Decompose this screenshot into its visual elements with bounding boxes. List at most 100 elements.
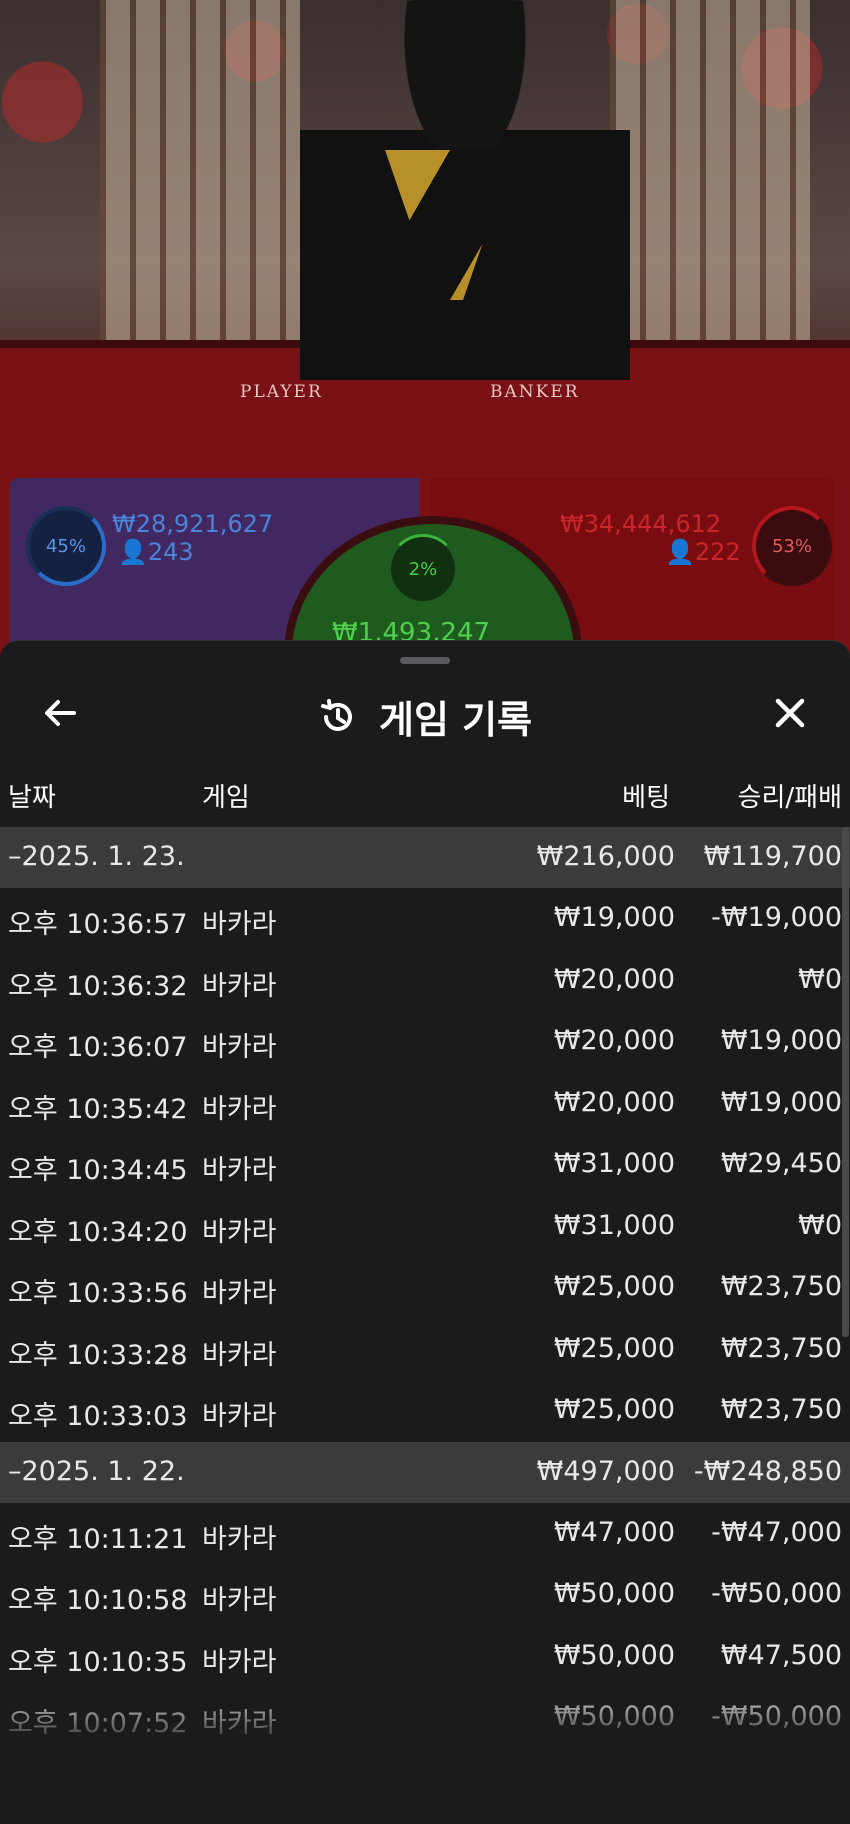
- row-bet: ₩31,000: [553, 1209, 675, 1241]
- row-bet: ₩20,000: [553, 963, 675, 995]
- row-game: 바카라: [202, 1401, 277, 1432]
- person-icon: 👤: [665, 538, 695, 566]
- row-result: ₩0: [798, 963, 842, 995]
- row-game: 바카라: [202, 1155, 277, 1186]
- row-game: 바카라: [202, 1585, 277, 1616]
- row-bet: ₩19,000: [553, 902, 675, 933]
- group-bet-total: ₩216,000: [536, 841, 675, 872]
- row-result: ₩19,000: [720, 1086, 842, 1118]
- row-bet: ₩25,000: [553, 1271, 675, 1302]
- row-bet: ₩31,000: [553, 1148, 675, 1179]
- row-time: 오후 10:10:58: [8, 1585, 188, 1616]
- row-game: 바카라: [202, 1032, 277, 1063]
- row-bet: ₩25,000: [553, 1394, 675, 1425]
- banker-percent-ring: 53%: [752, 506, 832, 586]
- row-time: 오후 10:10:35: [8, 1646, 188, 1678]
- date-group-row[interactable]: –2025. 1. 22. ₩497,000 -₩248,850: [0, 1441, 850, 1503]
- person-icon: 👤: [118, 538, 148, 566]
- row-time: 오후 10:34:20: [8, 1216, 188, 1248]
- row-result: -₩19,000: [711, 902, 842, 933]
- row-time: 오후 10:35:42: [8, 1093, 188, 1125]
- row-time: 오후 10:36:07: [8, 1032, 188, 1063]
- group-result-total: ₩119,700: [703, 841, 842, 872]
- row-time: 오후 10:11:21: [8, 1523, 188, 1555]
- column-header-bet[interactable]: 베팅: [622, 777, 670, 814]
- row-game: 바카라: [202, 1278, 277, 1309]
- table-label-player: PLAYER: [240, 382, 323, 402]
- group-date: –2025. 1. 23.: [8, 841, 185, 872]
- row-bet: ₩20,000: [553, 1025, 675, 1056]
- page-title: 게임 기록: [379, 698, 533, 742]
- column-header-game[interactable]: 게임: [202, 777, 250, 814]
- row-bet: ₩25,000: [553, 1332, 675, 1364]
- row-result: ₩29,450: [720, 1148, 842, 1179]
- game-history-sheet: 게임 기록 날짜 게임 베팅 승리/패배 –2025. 1. 23. ₩216,…: [0, 640, 850, 1824]
- sheet-title-wrap: 게임 기록: [0, 689, 850, 744]
- row-game: 바카라: [202, 970, 277, 1002]
- table-label-banker: BANKER: [490, 382, 580, 402]
- row-game: 바카라: [202, 1216, 277, 1248]
- history-row[interactable]: 오후 10:36:32 바카라 ₩20,000 ₩0: [0, 950, 850, 1012]
- history-row[interactable]: 오후 10:10:58 바카라 ₩50,000 -₩50,000: [0, 1564, 850, 1626]
- group-result-total: -₩248,850: [693, 1455, 842, 1487]
- history-list: –2025. 1. 23. ₩216,000 ₩119,700 오후 10:36…: [0, 827, 850, 1749]
- date-group-row[interactable]: –2025. 1. 23. ₩216,000 ₩119,700: [0, 827, 850, 888]
- row-bet: ₩50,000: [553, 1701, 675, 1732]
- banker-bet-amount: ₩34,444,612: [560, 510, 722, 538]
- row-result: ₩47,500: [720, 1639, 842, 1671]
- history-row[interactable]: 오후 10:33:03 바카라 ₩25,000 ₩23,750: [0, 1380, 850, 1442]
- lattice-screen-left: [100, 0, 300, 340]
- player-bet-amount: ₩28,921,627: [112, 510, 274, 538]
- history-row[interactable]: 오후 10:07:52 바카라 ₩50,000 -₩50,000: [0, 1687, 850, 1749]
- row-game: 바카라: [202, 909, 277, 940]
- column-header-date[interactable]: 날짜: [8, 777, 56, 814]
- banker-bettor-count: 👤222: [665, 538, 741, 566]
- row-bet: ₩50,000: [553, 1639, 675, 1671]
- history-row[interactable]: 오후 10:10:35 바카라 ₩50,000 ₩47,500: [0, 1626, 850, 1688]
- close-icon[interactable]: [768, 691, 812, 735]
- player-bettor-count: 👤243: [118, 538, 194, 566]
- row-game: 바카라: [202, 1523, 277, 1555]
- tie-percent-ring: 2%: [388, 534, 458, 604]
- row-result: -₩47,000: [711, 1516, 842, 1548]
- history-row[interactable]: 오후 10:33:56 바카라 ₩25,000 ₩23,750: [0, 1257, 850, 1319]
- history-row[interactable]: 오후 10:34:45 바카라 ₩31,000 ₩29,450: [0, 1134, 850, 1196]
- row-result: ₩23,750: [720, 1271, 842, 1302]
- row-game: 바카라: [202, 1646, 277, 1678]
- player-percent-ring: 45%: [26, 506, 106, 586]
- row-bet: ₩50,000: [553, 1578, 675, 1609]
- row-result: ₩23,750: [720, 1394, 842, 1425]
- row-game: 바카라: [202, 1093, 277, 1125]
- row-time: 오후 10:07:52: [8, 1708, 188, 1739]
- row-result: ₩19,000: [720, 1025, 842, 1056]
- history-row[interactable]: 오후 10:11:21 바카라 ₩47,000 -₩47,000: [0, 1503, 850, 1565]
- history-icon: [318, 697, 358, 737]
- row-time: 오후 10:36:57: [8, 909, 188, 940]
- column-header-result[interactable]: 승리/패배: [738, 777, 842, 814]
- group-bet-total: ₩497,000: [536, 1455, 675, 1487]
- row-game: 바카라: [202, 1708, 277, 1739]
- row-bet: ₩47,000: [553, 1516, 675, 1548]
- row-result: ₩0: [798, 1209, 842, 1241]
- history-row[interactable]: 오후 10:36:07 바카라 ₩20,000 ₩19,000: [0, 1011, 850, 1073]
- row-time: 오후 10:36:32: [8, 970, 188, 1002]
- row-game: 바카라: [202, 1339, 277, 1371]
- row-result: -₩50,000: [711, 1578, 842, 1609]
- row-time: 오후 10:33:56: [8, 1278, 188, 1309]
- history-row[interactable]: 오후 10:34:20 바카라 ₩31,000 ₩0: [0, 1196, 850, 1258]
- lattice-screen-right: [610, 0, 810, 340]
- history-row[interactable]: 오후 10:35:42 바카라 ₩20,000 ₩19,000: [0, 1073, 850, 1135]
- history-row[interactable]: 오후 10:33:28 바카라 ₩25,000 ₩23,750: [0, 1319, 850, 1381]
- row-time: 오후 10:33:03: [8, 1401, 188, 1432]
- row-result: ₩23,750: [720, 1332, 842, 1364]
- drag-handle[interactable]: [400, 657, 450, 664]
- sheet-header: 게임 기록: [0, 671, 850, 751]
- column-headers: 날짜 게임 베팅 승리/패배: [0, 777, 850, 817]
- row-time: 오후 10:33:28: [8, 1339, 188, 1371]
- history-row[interactable]: 오후 10:36:57 바카라 ₩19,000 -₩19,000: [0, 888, 850, 950]
- group-date: –2025. 1. 22.: [8, 1455, 185, 1487]
- row-result: -₩50,000: [711, 1701, 842, 1732]
- scrollbar[interactable]: [842, 827, 849, 1337]
- row-bet: ₩20,000: [553, 1086, 675, 1118]
- row-time: 오후 10:34:45: [8, 1155, 188, 1186]
